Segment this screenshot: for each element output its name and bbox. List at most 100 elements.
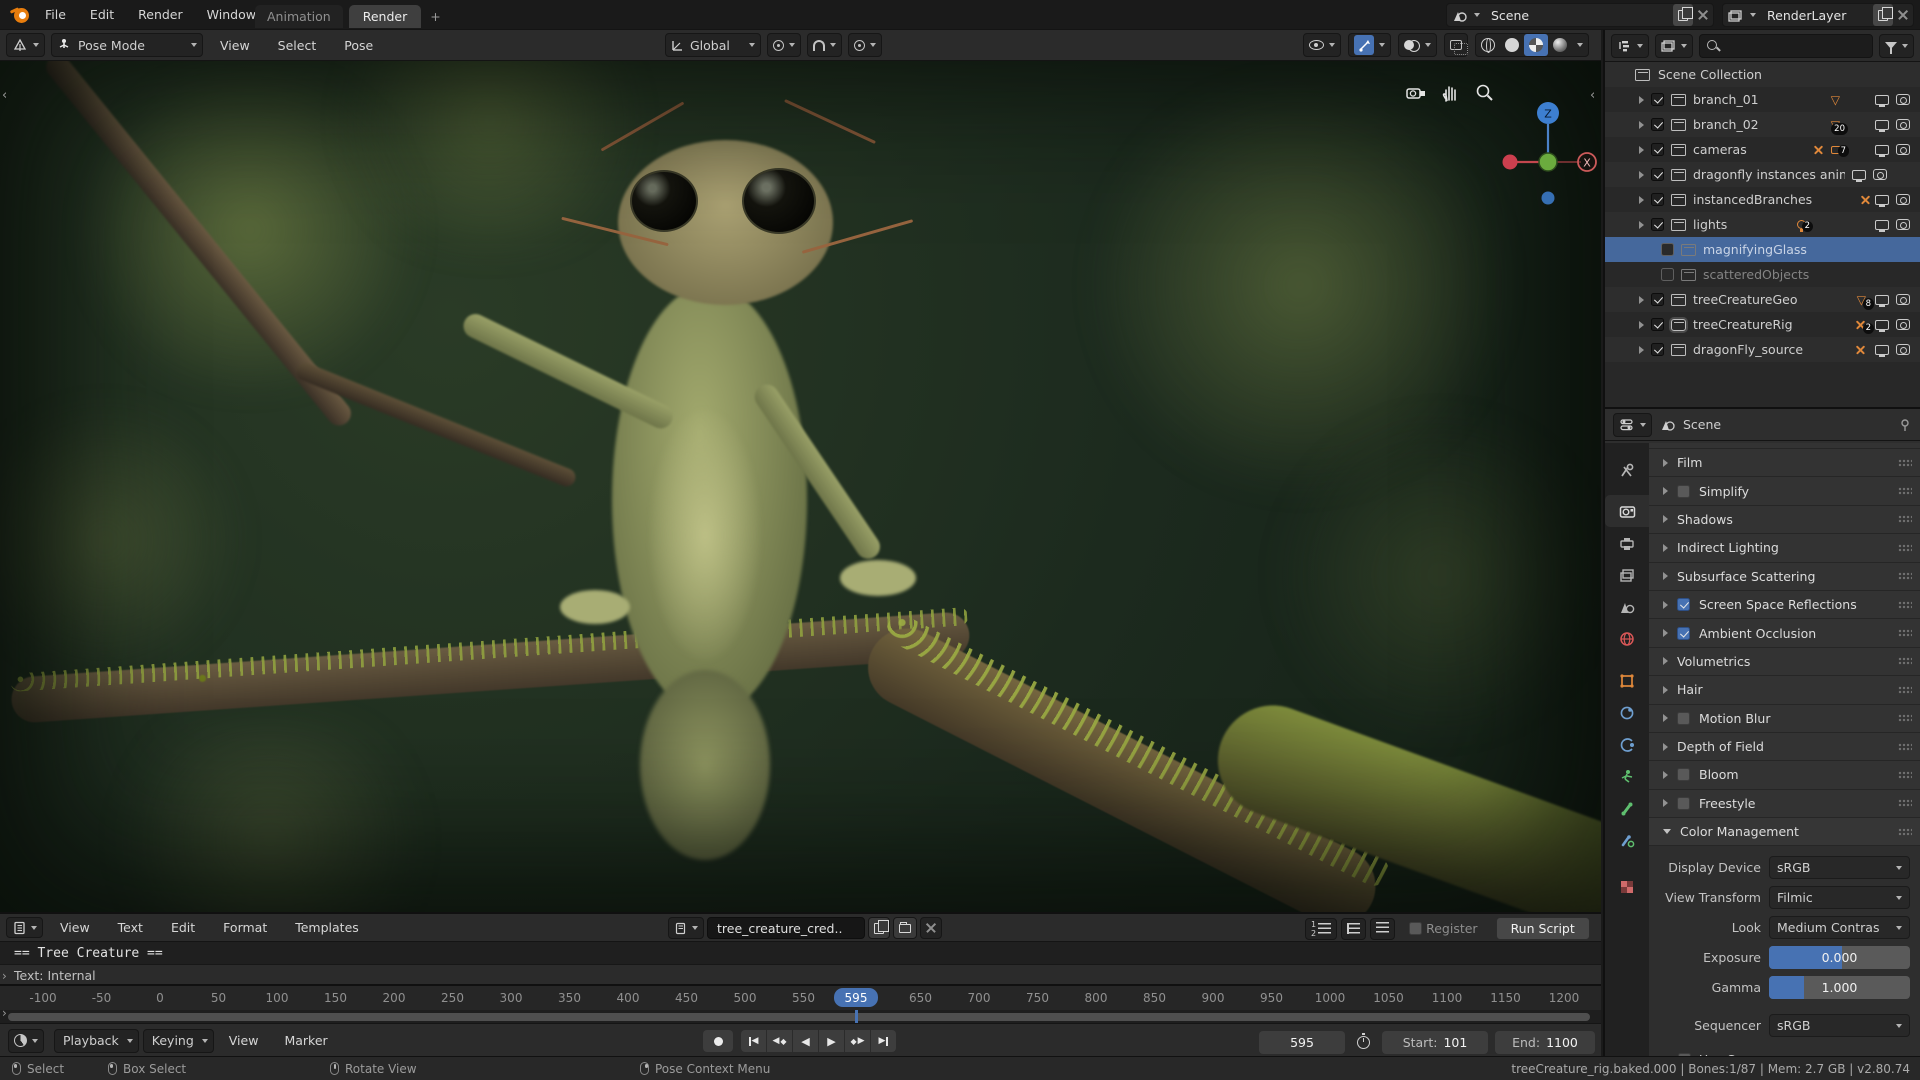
ssr-checkbox[interactable] [1677, 598, 1690, 611]
outliner-row-tree-creature-geo[interactable]: treeCreatureGeo 8 [1605, 287, 1920, 312]
pan-hand-button[interactable] [1440, 82, 1462, 104]
shading-material-button[interactable] [1524, 34, 1548, 56]
render-layer-unlink-button[interactable] [1893, 4, 1913, 26]
panel-grip[interactable] [1898, 743, 1912, 751]
play-button[interactable]: ▶ [819, 1030, 844, 1052]
panel-screen-space-reflections[interactable]: Screen Space Reflections [1649, 591, 1920, 619]
text-menu-edit[interactable]: Edit [160, 920, 206, 935]
properties-editor-type-button[interactable] [1613, 413, 1652, 437]
panel-grip[interactable] [1898, 459, 1912, 467]
outliner-row-dragonfly-source[interactable]: dragonFly_source [1605, 337, 1920, 362]
viewport-3d[interactable]: Pose Mode View Select Pose Global [0, 30, 1601, 912]
timeline-menu-view[interactable]: View [218, 1033, 270, 1048]
line-numbers-toggle[interactable]: 12 [1305, 918, 1337, 940]
expand-icon[interactable] [1639, 171, 1644, 179]
keying-menu[interactable]: Keying [143, 1029, 214, 1053]
render-layer-copy-button[interactable] [1873, 4, 1893, 26]
collection-checkbox[interactable] [1651, 193, 1664, 206]
expand-icon[interactable] [1639, 221, 1644, 229]
pivot-point-button[interactable] [767, 33, 801, 57]
motion-blur-checkbox[interactable] [1677, 712, 1690, 725]
collection-checkbox[interactable] [1651, 118, 1664, 131]
panel-grip[interactable] [1898, 572, 1912, 580]
viewport-visibility-icon[interactable] [1875, 320, 1889, 330]
freestyle-checkbox[interactable] [1677, 797, 1690, 810]
simplify-checkbox[interactable] [1677, 485, 1690, 498]
text-menu-templates[interactable]: Templates [284, 920, 370, 935]
collection-checkbox[interactable] [1661, 268, 1674, 281]
viewport-visibility-icon[interactable] [1875, 295, 1889, 305]
tab-render[interactable]: Render [349, 5, 422, 28]
outliner-row-scattered-objects[interactable]: scatteredObjects [1605, 262, 1920, 287]
navigation-gizmo[interactable]: Z X [1495, 70, 1601, 210]
expand-icon[interactable] [1639, 96, 1644, 104]
playback-menu[interactable]: Playback [54, 1029, 139, 1053]
play-reverse-button[interactable]: ◀ [793, 1030, 818, 1052]
snap-button[interactable] [807, 33, 842, 57]
viewport-visibility-icon[interactable] [1852, 170, 1866, 180]
register-checkbox[interactable] [1409, 922, 1422, 935]
viewport-editor-type-button[interactable] [6, 33, 45, 57]
render-visibility-icon[interactable] [1896, 94, 1910, 105]
start-frame-field[interactable]: Start: 101 [1382, 1031, 1488, 1054]
panel-subsurface-scattering[interactable]: Subsurface Scattering [1649, 563, 1920, 591]
shading-solid-button[interactable] [1500, 34, 1524, 56]
viewport-visibility-icon[interactable] [1875, 195, 1889, 205]
panel-shadows[interactable]: Shadows [1649, 506, 1920, 534]
scene-browse-button[interactable] [1447, 4, 1485, 26]
tab-tool[interactable] [1605, 455, 1649, 487]
viewport-menu-pose[interactable]: Pose [333, 38, 384, 53]
display-device-select[interactable]: sRGB [1769, 856, 1910, 879]
tab-constraints[interactable] [1605, 697, 1649, 729]
collection-checkbox[interactable] [1651, 343, 1664, 356]
panel-grip[interactable] [1898, 487, 1912, 495]
timeline-scrollbar[interactable] [0, 1010, 1601, 1023]
scene-unlink-button[interactable] [1693, 4, 1713, 26]
jump-to-end-button[interactable]: ▶ [871, 1030, 896, 1052]
outliner-display-mode-button[interactable] [1655, 34, 1693, 58]
tab-animation[interactable]: Animation [255, 5, 343, 28]
tab-view-layer[interactable] [1605, 559, 1649, 591]
text-menu-text[interactable]: Text [107, 920, 154, 935]
panel-grip[interactable] [1898, 629, 1912, 637]
collection-checkbox[interactable] [1651, 168, 1664, 181]
expand-icon[interactable] [1639, 196, 1644, 204]
add-workspace-button[interactable]: + [421, 5, 449, 28]
object-visibility-button[interactable] [1303, 33, 1341, 57]
panel-grip[interactable] [1898, 686, 1912, 694]
shading-wireframe-button[interactable] [1476, 34, 1500, 56]
scene-name-field[interactable]: Scene [1485, 4, 1673, 26]
render-visibility-icon[interactable] [1873, 169, 1887, 180]
tab-object[interactable] [1605, 665, 1649, 697]
panel-grip[interactable] [1898, 714, 1912, 722]
sequencer-select[interactable]: sRGB [1769, 1014, 1910, 1037]
panel-bloom[interactable]: Bloom [1649, 761, 1920, 789]
panel-motion-blur[interactable]: Motion Blur [1649, 705, 1920, 733]
render-visibility-icon[interactable] [1896, 344, 1910, 355]
menu-edit[interactable]: Edit [79, 7, 125, 22]
outliner-row-scene-collection[interactable]: Scene Collection [1605, 62, 1920, 87]
text-browse-button[interactable] [668, 917, 704, 939]
outliner-row-magnifying-glass[interactable]: magnifyingGlass [1605, 237, 1920, 262]
collection-checkbox[interactable] [1651, 218, 1664, 231]
sidebar-expand-chevron[interactable]: ‹ [1590, 88, 1595, 103]
word-wrap-toggle[interactable] [1341, 918, 1366, 940]
collection-checkbox[interactable] [1661, 243, 1674, 256]
outliner-row-lights[interactable]: lights 2 [1605, 212, 1920, 237]
blender-logo-icon[interactable] [10, 5, 32, 25]
pin-icon[interactable] [1898, 418, 1912, 432]
panel-grip[interactable] [1898, 601, 1912, 609]
ao-checkbox[interactable] [1677, 627, 1690, 640]
outliner-row-cameras[interactable]: cameras 7 [1605, 137, 1920, 162]
panel-hair[interactable]: Hair [1649, 676, 1920, 704]
render-layer-browse-button[interactable] [1723, 4, 1761, 26]
tab-bone-constraints[interactable] [1605, 825, 1649, 857]
transform-orientation-select[interactable]: Global [665, 33, 761, 57]
panel-volumetrics[interactable]: Volumetrics [1649, 648, 1920, 676]
use-preview-range-toggle[interactable] [1352, 1030, 1375, 1054]
render-visibility-icon[interactable] [1896, 294, 1910, 305]
collection-checkbox[interactable] [1651, 293, 1664, 306]
run-script-button[interactable]: Run Script [1496, 917, 1590, 940]
viewport-visibility-icon[interactable] [1875, 345, 1889, 355]
panel-grip[interactable] [1898, 828, 1912, 836]
